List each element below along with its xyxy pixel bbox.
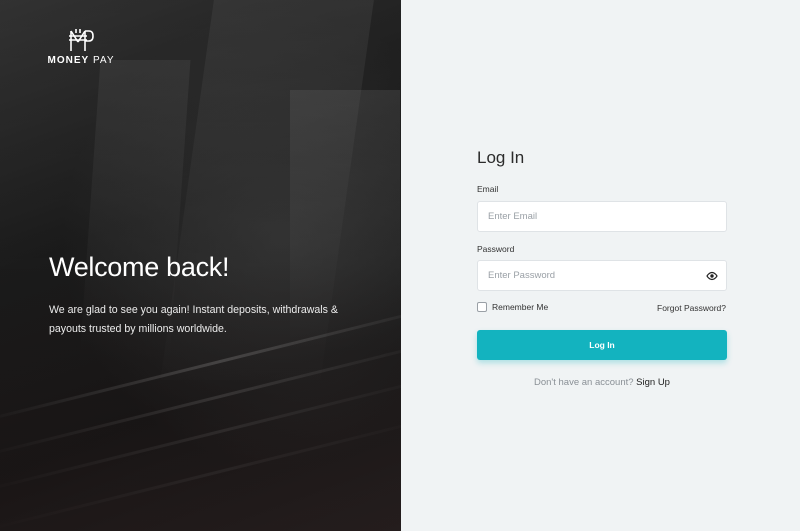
welcome-title: Welcome back! [49,252,230,282]
brand-name-bold: MONEY [47,55,90,66]
login-title: Log In [477,148,525,167]
password-label: Password [477,244,515,254]
brand-logo: MONEY PAY [48,28,115,66]
brand-name: MONEY PAY [48,55,115,66]
welcome-text: We are glad to see you again! Instant de… [49,304,338,335]
remember-me-label: Remember Me [492,302,549,312]
login-button[interactable]: Log In [477,330,727,360]
hero-panel: MONEY PAY Welcome back! We are glad to s… [0,0,401,531]
remember-me-checkbox[interactable] [477,302,487,312]
signup-link[interactable]: Sign Up [636,377,670,388]
forgot-password-link[interactable]: Forgot Password? [657,303,726,313]
login-panel: Log In Email Password Remember Me Forgot… [401,0,800,531]
money-pay-logo-icon [69,29,94,51]
password-field[interactable] [478,261,726,290]
email-label: Email [477,184,499,194]
eye-icon[interactable] [706,271,718,281]
password-field-container [477,260,727,291]
email-field-container [477,201,727,232]
email-field[interactable] [478,202,726,231]
brand-name-light: PAY [89,55,115,66]
signup-prompt: Don't have an account? [534,377,637,388]
signup-row: Don't have an account? Sign Up [477,377,727,388]
remember-me-toggle[interactable]: Remember Me [477,302,548,312]
login-page: MONEY PAY Welcome back! We are glad to s… [0,0,800,531]
